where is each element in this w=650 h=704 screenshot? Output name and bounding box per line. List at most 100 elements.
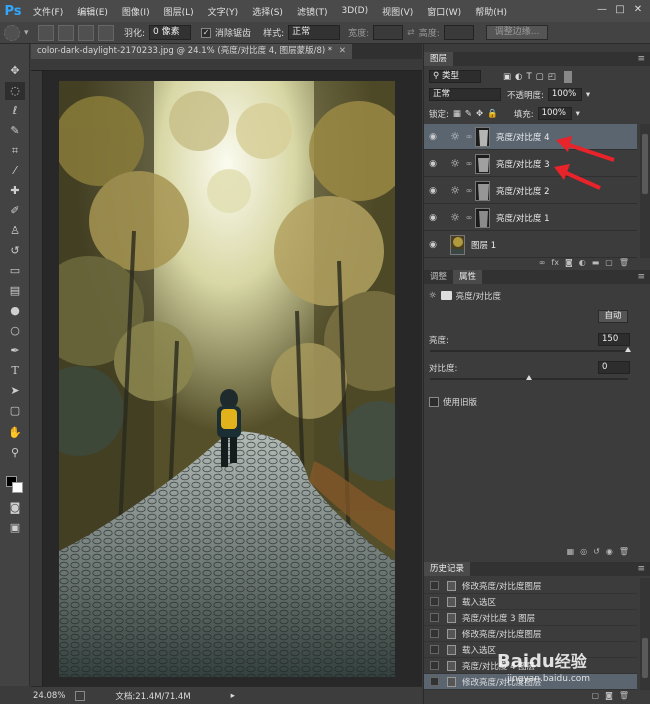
zoom-level[interactable]: 24.08% [33, 691, 65, 701]
gradient-tool-icon[interactable]: ▤ [5, 282, 25, 300]
layer-name[interactable]: 亮度/对比度 1 [496, 212, 549, 224]
trash-icon[interactable]: 🗑 [619, 547, 629, 559]
menu-3d[interactable]: 3D(D) [334, 6, 375, 16]
history-checkbox[interactable] [430, 661, 439, 670]
clip-to-layer-icon[interactable]: ▦ [567, 547, 575, 559]
layer-mask-thumbnail[interactable] [475, 153, 490, 174]
menu-edit[interactable]: 编辑(E) [70, 5, 115, 18]
path-select-tool-icon[interactable]: ➤ [5, 382, 25, 400]
document-image[interactable] [59, 81, 395, 677]
layers-scrollbar[interactable] [640, 124, 650, 258]
layer-row[interactable]: ◉ 图层 1 [424, 232, 637, 258]
close-button[interactable]: ✕ [630, 3, 646, 17]
layer-name[interactable]: 图层 1 [471, 239, 496, 251]
lock-all-icon[interactable]: 🔒 [487, 109, 498, 119]
visibility-eye-icon[interactable]: ◉ [424, 186, 442, 196]
document-tab[interactable]: color-dark-daylight-2170233.jpg @ 24.1% … [31, 44, 352, 59]
contrast-slider[interactable] [430, 375, 628, 380]
swap-icon[interactable]: ⇄ [407, 28, 415, 38]
layer-filter-select[interactable]: ⚲ 类型 [429, 70, 481, 83]
brightness-slider-knob[interactable] [625, 347, 631, 352]
visibility-eye-icon[interactable]: ◉ [424, 132, 442, 142]
blend-mode-select[interactable]: 正常 [429, 88, 501, 101]
pen-tool-icon[interactable]: ✒ [5, 342, 25, 360]
maximize-button[interactable]: □ [612, 3, 628, 17]
chevron-down-icon[interactable]: ▾ [24, 28, 34, 38]
history-scrollbar-thumb[interactable] [642, 638, 648, 678]
menu-window[interactable]: 窗口(W) [420, 5, 468, 18]
lock-pixels-icon[interactable]: ✎ [465, 109, 472, 119]
menu-filter[interactable]: 滤镜(T) [290, 5, 335, 18]
tab-layers[interactable]: 图层 [424, 52, 454, 66]
hand-tool-icon[interactable]: ✋ [5, 424, 25, 442]
layers-scrollbar-thumb[interactable] [642, 134, 648, 194]
refine-edge-button[interactable]: 调整边缘... [485, 25, 549, 40]
chevron-down-icon[interactable]: ▾ [586, 90, 590, 100]
tab-adjustments[interactable]: 调整 [424, 270, 453, 284]
subtract-selection-icon[interactable] [78, 24, 94, 41]
layer-name[interactable]: 亮度/对比度 3 [496, 158, 549, 170]
history-checkbox[interactable] [430, 645, 439, 654]
background-color-swatch[interactable] [12, 482, 23, 493]
visibility-eye-icon[interactable]: ◉ [424, 240, 442, 250]
history-checkbox[interactable] [430, 613, 439, 622]
mask-icon[interactable] [440, 291, 452, 300]
filter-smart-icon[interactable]: ◰ [548, 72, 556, 82]
contrast-slider-knob[interactable] [526, 375, 532, 380]
layer-name[interactable]: 亮度/对比度 2 [496, 185, 549, 197]
history-item[interactable]: 修改亮度/对比度图层 [424, 578, 637, 594]
canvas-area[interactable] [31, 59, 422, 686]
opacity-input[interactable]: 100% [547, 88, 582, 101]
layer-image-thumbnail[interactable] [450, 234, 465, 255]
menu-layer[interactable]: 图层(L) [157, 5, 201, 18]
filter-adjustment-icon[interactable]: ◐ [515, 72, 522, 82]
tab-properties[interactable]: 属性 [453, 270, 483, 284]
panel-menu-icon[interactable]: ≡ [637, 562, 645, 576]
lock-transparent-icon[interactable]: ▦ [453, 109, 461, 119]
filter-type-icon[interactable]: T [526, 72, 531, 82]
history-item[interactable]: 亮度/对比度 3 图层 [424, 610, 637, 626]
close-tab-icon[interactable]: ✕ [339, 46, 346, 56]
auto-button[interactable]: 自动 [598, 310, 628, 323]
link-layers-icon[interactable]: ∞ [539, 258, 546, 270]
trash-icon[interactable]: 🗑 [619, 258, 629, 270]
export-icon[interactable] [75, 690, 86, 701]
visibility-eye-icon[interactable]: ◉ [424, 213, 442, 223]
menu-image[interactable]: 图像(I) [115, 5, 157, 18]
visibility-eye-icon[interactable]: ◉ [424, 159, 442, 169]
new-group-icon[interactable]: ▬ [592, 258, 600, 270]
brightness-slider[interactable] [430, 347, 631, 352]
menu-type[interactable]: 文字(Y) [201, 5, 246, 18]
filter-shape-icon[interactable]: ▢ [536, 72, 544, 82]
eyedropper-tool-icon[interactable]: ⁄ [5, 162, 25, 180]
feather-input[interactable]: 0 像素 [149, 25, 192, 40]
new-adjustment-icon[interactable]: ◐ [579, 258, 586, 270]
move-tool-icon[interactable]: ✥ [5, 62, 25, 80]
clone-stamp-tool-icon[interactable]: ♙ [5, 222, 25, 240]
filter-toggle-icon[interactable] [563, 70, 572, 83]
filter-pixel-icon[interactable]: ▣ [503, 72, 511, 82]
fx-icon[interactable]: fx [551, 258, 559, 270]
layer-mask-thumbnail[interactable] [475, 207, 490, 228]
eraser-tool-icon[interactable]: ▭ [5, 262, 25, 280]
history-checkbox[interactable] [430, 629, 439, 638]
brush-tool-icon[interactable]: ✐ [5, 202, 25, 220]
contrast-input[interactable]: 0 [598, 361, 630, 374]
menu-select[interactable]: 选择(S) [245, 5, 290, 18]
width-input[interactable] [373, 25, 404, 40]
dodge-tool-icon[interactable]: ○ [5, 322, 25, 340]
view-previous-icon[interactable]: ◎ [580, 547, 587, 559]
layer-mask-thumbnail[interactable] [475, 126, 490, 147]
minimize-button[interactable]: — [594, 3, 610, 17]
zoom-tool-icon[interactable]: ⚲ [5, 444, 25, 462]
chevron-down-icon[interactable]: ▾ [576, 109, 580, 119]
layer-name[interactable]: 亮度/对比度 4 [496, 131, 549, 143]
fill-input[interactable]: 100% [537, 107, 572, 120]
add-selection-icon[interactable] [58, 24, 74, 41]
history-checkbox[interactable] [430, 677, 439, 686]
history-checkbox[interactable] [430, 581, 439, 590]
new-selection-icon[interactable] [38, 24, 54, 41]
marquee-tool-icon[interactable]: ◌ [5, 82, 25, 100]
type-tool-icon[interactable]: T [5, 362, 25, 380]
brightness-input[interactable]: 150 [598, 333, 630, 346]
